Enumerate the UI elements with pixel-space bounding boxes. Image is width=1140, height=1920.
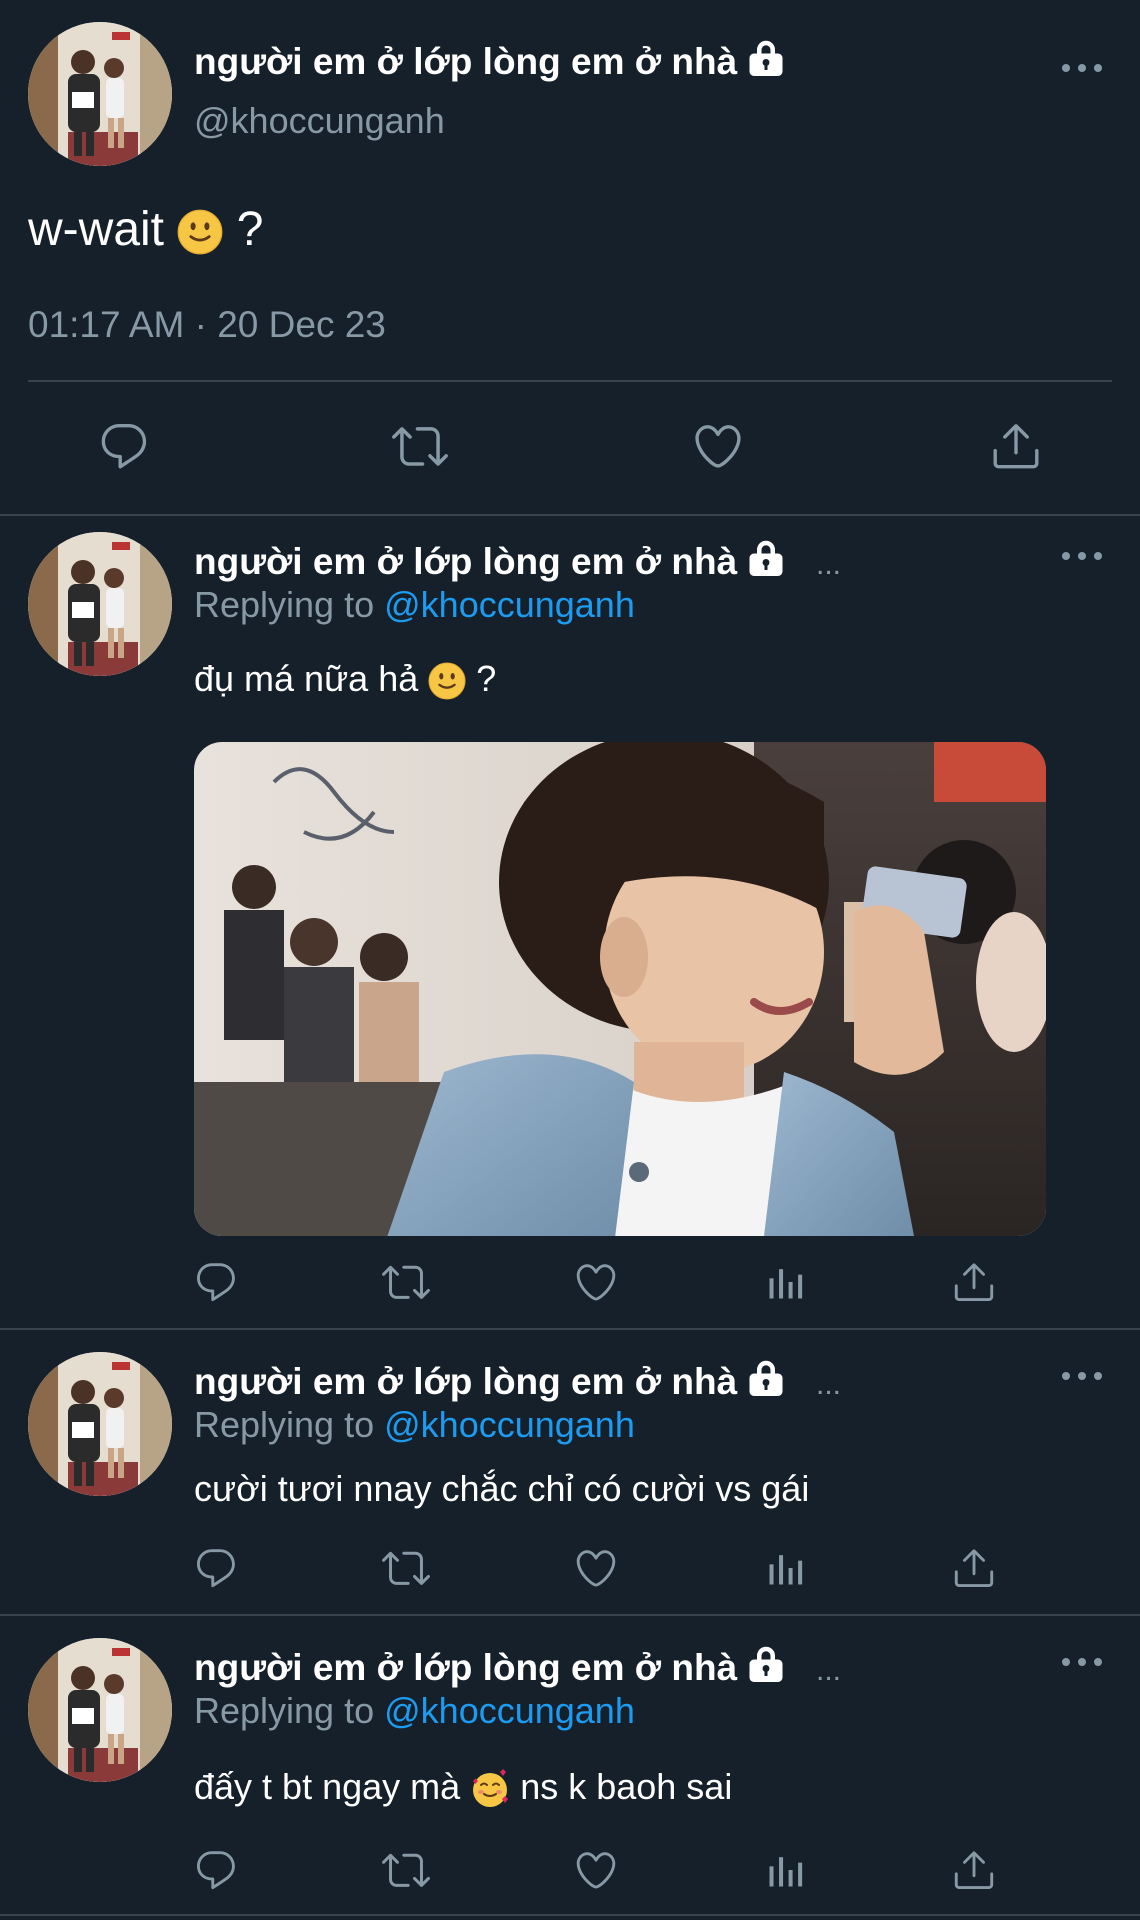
replying-to: Replying to @khoccunganh [194,1690,635,1731]
lock-icon [747,1360,785,1396]
share-icon[interactable] [950,1846,998,1894]
retweet-icon[interactable] [392,418,448,474]
replying-to: Replying to @khoccunganh [194,1404,635,1445]
slightly-smiling-face-icon [177,209,223,255]
replying-to-handle[interactable]: @khoccunganh [384,584,635,625]
divider [0,514,1140,516]
like-icon[interactable] [690,418,746,474]
reply-icon[interactable] [96,418,152,474]
share-icon[interactable] [950,1258,998,1306]
divider [0,1614,1140,1616]
retweet-icon[interactable] [382,1846,430,1894]
display-name[interactable]: người em ở lớp lòng em ở nhà [194,540,785,583]
name-truncation: ... [816,1654,842,1687]
more-options-icon[interactable] [1062,546,1102,566]
avatar[interactable] [28,532,172,676]
reply-icon[interactable] [192,1846,240,1894]
analytics-icon[interactable] [762,1544,810,1592]
share-icon[interactable] [988,418,1044,474]
analytics-icon[interactable] [762,1846,810,1894]
like-icon[interactable] [572,1544,620,1592]
like-icon[interactable] [572,1846,620,1894]
photo-illustration [194,742,1046,1236]
share-icon[interactable] [950,1544,998,1592]
display-name[interactable]: người em ở lớp lòng em ở nhà [194,1360,785,1403]
tweet-text: w-wait ? [28,203,264,256]
tweet-media-image[interactable] [194,742,1046,1236]
retweet-icon[interactable] [382,1258,430,1306]
replying-to-handle[interactable]: @khoccunganh [384,1404,635,1445]
more-options-icon[interactable] [1062,58,1102,78]
more-options-icon[interactable] [1062,1366,1102,1386]
timestamp[interactable]: 01:17 AM · 20 Dec 23 [28,304,386,346]
replying-to: Replying to @khoccunganh [194,584,635,625]
reply-icon[interactable] [192,1544,240,1592]
tweet-text: cười tươi nnay chắc chỉ có cười vs gái [194,1468,810,1509]
reply-icon[interactable] [192,1258,240,1306]
avatar[interactable] [28,1352,172,1496]
like-icon[interactable] [572,1258,620,1306]
display-name[interactable]: người em ở lớp lòng em ở nhà [194,40,785,83]
analytics-icon[interactable] [762,1258,810,1306]
avatar[interactable] [28,22,172,166]
lock-icon [747,40,785,76]
display-name[interactable]: người em ở lớp lòng em ở nhà [194,1646,785,1689]
lock-icon [747,1646,785,1682]
name-truncation: ... [816,1368,842,1401]
more-options-icon[interactable] [1062,1652,1102,1672]
lock-icon [747,540,785,576]
user-handle[interactable]: @khoccunganh [194,100,445,142]
replying-to-handle[interactable]: @khoccunganh [384,1690,635,1731]
divider [0,1328,1140,1330]
divider [28,380,1112,382]
tweet-text: đấy t bt ngay mà ns k baoh sai [194,1766,732,1809]
smiling-face-with-hearts-icon [470,1769,510,1809]
slightly-smiling-face-icon [428,662,466,700]
retweet-icon[interactable] [382,1544,430,1592]
name-truncation: ... [816,548,842,581]
divider [0,1914,1140,1916]
tweet-text: đụ má nữa hả ? [194,658,497,700]
avatar[interactable] [28,1638,172,1782]
